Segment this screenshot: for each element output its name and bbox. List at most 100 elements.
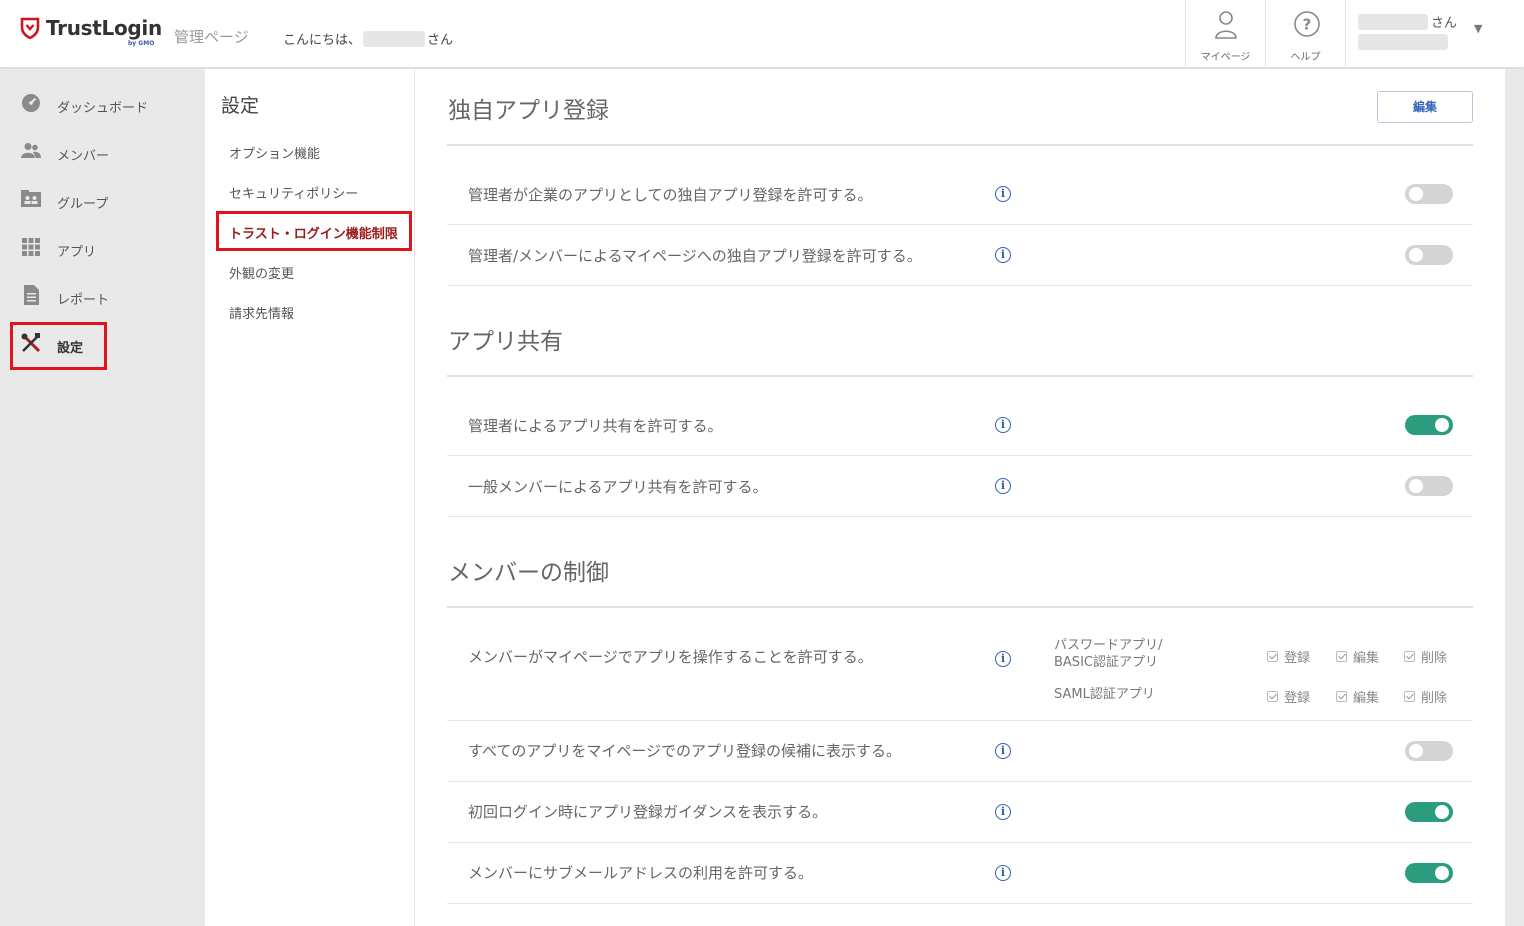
mypage-label: マイページ — [1200, 52, 1251, 63]
svg-text:?: ? — [1303, 16, 1312, 34]
sidebar-item-label: アプリ — [57, 245, 97, 260]
row-divider — [447, 903, 1473, 904]
toggle-knob — [1409, 248, 1423, 262]
toggle-admin-custom-app[interactable] — [1405, 184, 1453, 204]
toggle-sub-email[interactable] — [1405, 863, 1453, 883]
trustlogin-logo[interactable]: TrustLogin by GMO — [20, 16, 162, 47]
checkbox-password-delete[interactable]: 削除 — [1404, 647, 1447, 666]
section-title-custom-app: 独自アプリ登録 — [448, 98, 609, 124]
row-divider — [447, 720, 1473, 721]
sidebar-item-dashboard[interactable]: ダッシュボード — [0, 81, 205, 129]
logo-text: TrustLogin — [46, 16, 162, 40]
mypage-button[interactable]: マイページ — [1185, 0, 1265, 68]
redacted-org-block — [1358, 34, 1448, 50]
section-title-app-sharing: アプリ共有 — [448, 329, 563, 355]
checkbox-saml-edit[interactable]: 編集 — [1336, 687, 1379, 706]
setting-label: 管理者によるアプリ共有を許可する。 — [468, 417, 723, 435]
checkbox-saml-register[interactable]: 登録 — [1267, 687, 1310, 706]
row-divider — [447, 781, 1473, 782]
submenu-item-options[interactable]: オプション機能 — [229, 143, 320, 162]
row-divider — [447, 842, 1473, 843]
checkbox-box — [1267, 651, 1278, 662]
info-icon[interactable]: i — [995, 247, 1011, 263]
toggle-knob — [1435, 805, 1449, 819]
checkbox-label: 削除 — [1421, 691, 1448, 706]
edit-button[interactable]: 編集 — [1377, 91, 1473, 123]
top-header: TrustLogin by GMO 管理ページ こんにちは、 さん マイページ … — [0, 0, 1524, 68]
toggle-mypage-custom-app[interactable] — [1405, 245, 1453, 265]
report-icon — [24, 285, 39, 305]
toggle-knob — [1409, 479, 1423, 493]
settings-submenu: 設定 オプション機能 セキュリティポリシー トラスト・ログイン機能制限 外観の変… — [205, 69, 415, 926]
checkbox-box — [1404, 691, 1415, 702]
greeting: こんにちは、 さん — [283, 29, 453, 48]
checkbox-box — [1336, 651, 1347, 662]
toggle-show-all-apps[interactable] — [1405, 741, 1453, 761]
toggle-member-app-sharing[interactable] — [1405, 476, 1453, 496]
members-icon — [21, 143, 41, 158]
checkbox-label: 編集 — [1353, 691, 1380, 706]
checkbox-box — [1267, 691, 1278, 702]
section-title-member-control: メンバーの制御 — [448, 560, 609, 586]
row-divider — [447, 455, 1473, 456]
toggle-knob — [1409, 187, 1423, 201]
redacted-username — [363, 30, 426, 47]
apps-grid-icon — [22, 238, 40, 256]
row-divider — [447, 224, 1473, 225]
person-icon — [1215, 11, 1237, 39]
admin-page-label: 管理ページ — [174, 28, 249, 46]
help-label: ヘルプ — [1290, 52, 1321, 63]
section-divider — [447, 144, 1473, 146]
user-menu[interactable]: さん ▼ — [1345, 0, 1524, 68]
checkbox-label: 編集 — [1353, 651, 1380, 666]
dashboard-icon — [22, 94, 40, 112]
info-icon[interactable]: i — [995, 743, 1011, 759]
chevron-down-icon[interactable]: ▼ — [1474, 22, 1482, 35]
greeting-prefix: こんにちは、 — [283, 33, 362, 48]
setting-label: メンバーがマイページでアプリを操作することを許可する。 — [468, 648, 873, 666]
checkbox-saml-delete[interactable]: 削除 — [1404, 687, 1447, 706]
redacted-organization — [1358, 34, 1448, 54]
help-button[interactable]: ? ヘルプ — [1265, 0, 1345, 68]
setting-label: すべてのアプリをマイページでのアプリ登録の候補に表示する。 — [468, 742, 902, 760]
submenu-item-appearance[interactable]: 外観の変更 — [229, 263, 294, 282]
checkbox-label: 登録 — [1284, 691, 1311, 706]
checkbox-password-register[interactable]: 登録 — [1267, 647, 1310, 666]
checkbox-box — [1404, 651, 1415, 662]
checkbox-box — [1336, 691, 1347, 702]
scrollbar-track[interactable] — [1505, 69, 1524, 926]
setting-label: 管理者が企業のアプリとしての独自アプリ登録を許可する。 — [468, 186, 873, 204]
info-icon[interactable]: i — [995, 804, 1011, 820]
main-content: 独自アプリ登録 編集 管理者が企業のアプリとしての独自アプリ登録を許可する。 i… — [415, 69, 1505, 926]
sidebar-item-groups[interactable]: グループ — [0, 177, 205, 225]
greeting-suffix: さん — [427, 33, 454, 48]
info-icon[interactable]: i — [995, 865, 1011, 881]
sidebar-item-apps[interactable]: アプリ — [0, 225, 205, 273]
info-icon[interactable]: i — [995, 651, 1011, 667]
redacted-user-name — [1358, 13, 1428, 30]
permission-group-line1: パスワードアプリ/ — [1054, 638, 1163, 653]
submenu-item-security-policy[interactable]: セキュリティポリシー — [229, 183, 358, 202]
submenu-item-billing[interactable]: 請求先情報 — [229, 303, 294, 322]
sidebar-item-label: グループ — [57, 197, 109, 212]
highlight-box-settings — [10, 322, 107, 370]
toggle-first-login-guidance[interactable] — [1405, 802, 1453, 822]
setting-label: 一般メンバーによるアプリ共有を許可する。 — [468, 478, 768, 496]
permission-group-line1: SAML認証アプリ — [1054, 687, 1155, 702]
checkbox-label: 削除 — [1421, 651, 1448, 666]
permission-group-line2: BASIC認証アプリ — [1054, 655, 1158, 670]
toggle-admin-app-sharing[interactable] — [1405, 415, 1453, 435]
user-suffix: さん — [1431, 16, 1458, 31]
sidebar-item-label: レポート — [57, 293, 110, 308]
info-icon[interactable]: i — [995, 186, 1011, 202]
row-divider — [447, 516, 1473, 517]
shield-logo-icon — [20, 17, 40, 39]
checkbox-label: 登録 — [1284, 651, 1311, 666]
sidebar-item-reports[interactable]: レポート — [0, 273, 205, 321]
checkbox-password-edit[interactable]: 編集 — [1336, 647, 1379, 666]
info-icon[interactable]: i — [995, 478, 1011, 494]
sidebar-item-label: ダッシュボード — [57, 101, 149, 116]
info-icon[interactable]: i — [995, 417, 1011, 433]
highlight-box-function-restrictions — [216, 211, 412, 251]
sidebar-item-members[interactable]: メンバー — [0, 129, 205, 177]
